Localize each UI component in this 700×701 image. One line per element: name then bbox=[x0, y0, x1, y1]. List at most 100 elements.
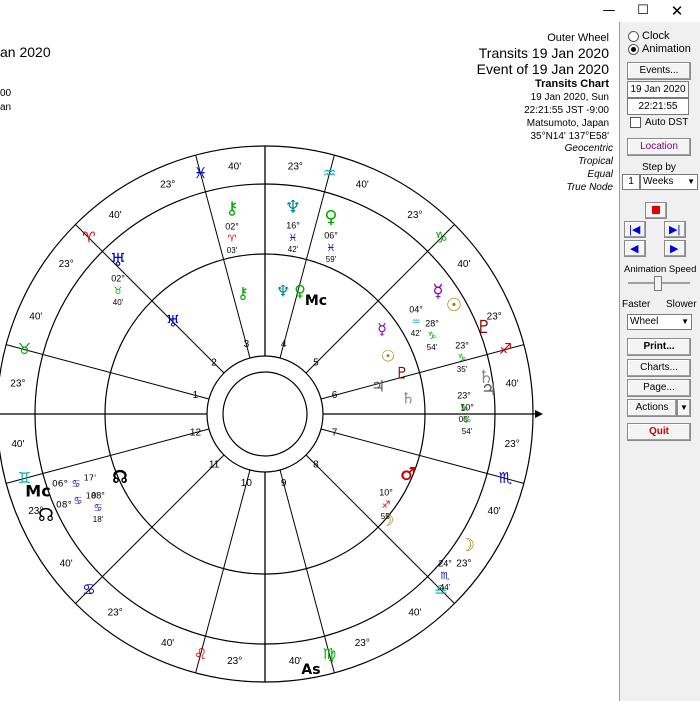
planet-venus-degree: 06° bbox=[324, 230, 338, 240]
house-number: 2 bbox=[211, 358, 217, 369]
step-unit-value: Weeks bbox=[643, 176, 674, 187]
planet-mercury-minute: 42' bbox=[411, 329, 422, 338]
planet-mars-degree: 10° bbox=[379, 487, 393, 497]
planet-uranus-icon: ♅ bbox=[110, 250, 126, 271]
slower-label: Slower bbox=[666, 299, 697, 310]
wheel-ring-5 bbox=[222, 371, 308, 457]
forward-button[interactable]: ▶ bbox=[664, 240, 686, 257]
last-button[interactable]: ▶| bbox=[664, 221, 686, 238]
planet-sun-degree: 28° bbox=[425, 318, 439, 328]
natal-neptune-icon: ♆ bbox=[276, 282, 290, 301]
house-number: 10 bbox=[241, 478, 253, 489]
control-panel: Clock Animation Events... 19 Jan 2020 22… bbox=[620, 22, 700, 701]
animation-radio-button[interactable] bbox=[628, 43, 639, 55]
planet-mercury-sign-icon: ♒ bbox=[412, 317, 421, 328]
auto-dst-checkbox[interactable] bbox=[630, 117, 641, 128]
left-mc-sign-icon: ♋ bbox=[72, 479, 81, 490]
house-number: 9 bbox=[281, 478, 287, 489]
first-button[interactable]: |◀ bbox=[624, 221, 646, 238]
planet-neptune-icon: ♆ bbox=[285, 197, 301, 218]
title-bar: — ☐ ✕ bbox=[0, 0, 700, 22]
chevron-down-icon: ▼ bbox=[687, 177, 695, 186]
auto-dst-option[interactable]: Auto DST bbox=[630, 117, 688, 128]
natal-chiron-icon: ⚷ bbox=[237, 284, 249, 303]
stop-icon bbox=[652, 206, 660, 214]
animation-radio[interactable]: Animation bbox=[628, 43, 691, 55]
sign-cusp-minute: 40' bbox=[109, 210, 122, 221]
wheel-select-value: Wheel bbox=[630, 316, 659, 327]
page-button[interactable]: Page... bbox=[627, 379, 691, 397]
planet-uranus-minute: 40' bbox=[113, 298, 124, 307]
sign-glyph-icon: ♍ bbox=[323, 645, 336, 663]
planet-saturn-degree: 23° bbox=[457, 390, 471, 400]
sign-cusp-minute: 40' bbox=[457, 259, 470, 270]
sign-cusp-minute: 40' bbox=[408, 608, 421, 619]
planet-moon-icon: ☽ bbox=[459, 535, 475, 556]
planet-pluto-sign-icon: ♑ bbox=[458, 353, 467, 364]
planet-neptune-minute: 42' bbox=[288, 245, 299, 254]
natal-pluto-icon: ♇ bbox=[395, 364, 409, 383]
sign-cusp-degree: 23° bbox=[59, 259, 74, 270]
back-button[interactable]: ◀ bbox=[624, 240, 646, 257]
natal-moon-icon: ☽ bbox=[380, 511, 394, 530]
sign-cusp-degree: 23° bbox=[10, 378, 25, 389]
house-divider bbox=[204, 469, 251, 637]
sign-cusp-degree: 23° bbox=[160, 179, 175, 190]
stop-button[interactable] bbox=[645, 202, 667, 219]
actions-menu-icon[interactable]: ▼ bbox=[677, 399, 691, 417]
sign-glyph-icon: ♉ bbox=[18, 340, 31, 358]
natal-mercury-icon: ☿ bbox=[377, 320, 387, 339]
planet-uranus-sign-icon: ♉ bbox=[114, 286, 123, 297]
planet-uranus-degree: 02° bbox=[111, 273, 125, 283]
sign-cusp-degree: 23° bbox=[288, 161, 303, 172]
planet-sun-sign-icon: ♑ bbox=[428, 331, 437, 342]
planet-jupiter-degree: 10° bbox=[460, 402, 474, 412]
chart-wheel: ♓23°40' ♒23°40'♑23°40'♐23°40'♏23°40'♎23°4… bbox=[0, 145, 543, 683]
events-button[interactable]: Events... bbox=[627, 62, 691, 80]
sign-cusp-minute: 40' bbox=[289, 656, 302, 667]
planet-node-sign-icon: ♋ bbox=[94, 503, 103, 514]
actions-button[interactable]: Actions bbox=[627, 399, 677, 417]
quit-button[interactable]: Quit bbox=[627, 423, 691, 441]
time-field[interactable]: 22:21:55 bbox=[627, 98, 689, 115]
planet-sun-icon: ☉ bbox=[446, 295, 462, 316]
faster-label: Faster bbox=[622, 299, 651, 310]
close-button[interactable]: ✕ bbox=[654, 0, 700, 22]
sign-cusp-minute: 40' bbox=[356, 179, 369, 190]
date-field[interactable]: 19 Jan 2020 bbox=[627, 81, 689, 98]
house-number: 6 bbox=[332, 390, 338, 401]
wheel-ring-4 bbox=[206, 355, 324, 473]
natal-mars-icon: ♂ bbox=[401, 465, 415, 484]
planet-sun-minute: 54' bbox=[427, 343, 438, 352]
sign-cusp-minute: 40' bbox=[11, 439, 24, 450]
location-button[interactable]: Location bbox=[627, 138, 691, 156]
step-unit-select[interactable]: Weeks ▼ bbox=[640, 174, 698, 190]
house-divider bbox=[42, 353, 210, 400]
speed-slider-thumb[interactable] bbox=[654, 276, 662, 291]
step-count-field[interactable]: 1 bbox=[622, 174, 640, 190]
house-number: 11 bbox=[209, 460, 220, 471]
sign-glyph-icon: ♓ bbox=[194, 164, 207, 182]
sign-glyph-icon: ♑ bbox=[434, 228, 447, 246]
print-button[interactable]: Print... bbox=[627, 338, 691, 356]
planet-moon-sign-icon: ♏ bbox=[441, 571, 450, 582]
planet-venus-sign-icon: ♓ bbox=[327, 243, 336, 254]
clock-radio-button[interactable] bbox=[628, 30, 639, 42]
charts-button[interactable]: Charts... bbox=[627, 359, 691, 377]
sign-cusp-degree: 23° bbox=[108, 608, 123, 619]
planet-moon-minute: 44' bbox=[440, 583, 451, 592]
sign-cusp-degree: 23° bbox=[227, 656, 242, 667]
planet-neptune-degree: 16° bbox=[286, 220, 300, 230]
planet-pluto-icon: ♇ bbox=[476, 317, 492, 338]
planet-venus-minute: 59' bbox=[326, 255, 337, 264]
print-label: Print... bbox=[643, 341, 675, 352]
left-node-sign-icon: ♋ bbox=[74, 496, 83, 507]
planet-jupiter-icon: ♃ bbox=[481, 379, 497, 400]
sign-cusp-degree: 23° bbox=[407, 210, 422, 221]
clock-radio[interactable]: Clock bbox=[628, 30, 670, 42]
left-node-minute: 18' bbox=[86, 492, 98, 501]
planet-moon-degree: 24° bbox=[438, 558, 452, 568]
planet-chiron-icon: ⚷ bbox=[225, 198, 238, 219]
animation-label: Animation bbox=[642, 43, 691, 55]
wheel-select[interactable]: Wheel ▼ bbox=[627, 314, 692, 330]
